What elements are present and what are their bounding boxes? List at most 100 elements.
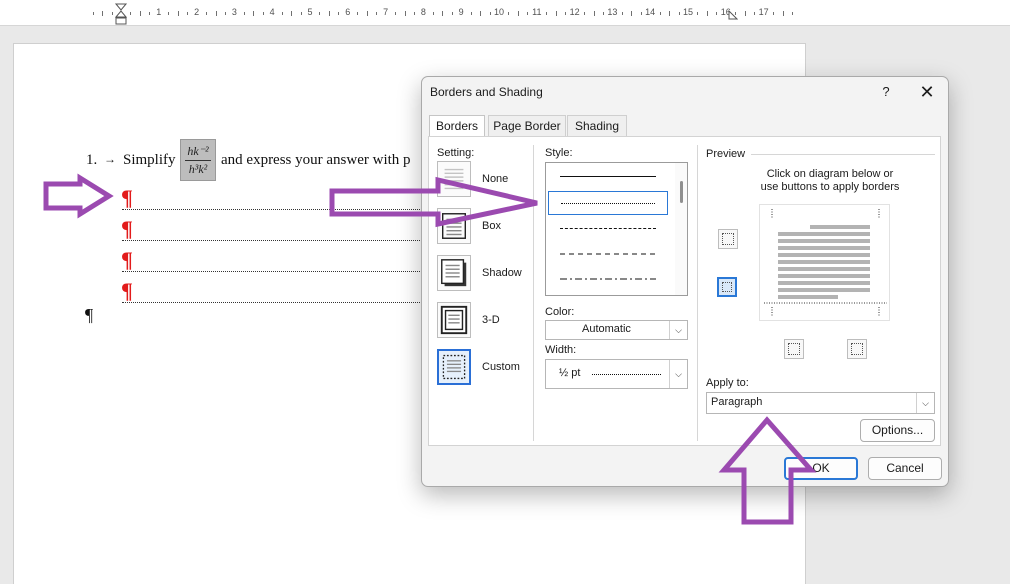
paragraph-mark-red: ¶ [121,247,133,272]
fraction-bar [185,160,211,161]
setting-none-label: None [482,173,509,185]
setting-3d[interactable]: 3-D [437,302,527,340]
style-label: Style: [545,147,573,159]
style-option-dash-dot[interactable] [548,267,668,291]
color-label: Color: [545,306,575,318]
ruler-tick [716,12,718,15]
preview-text-bar [778,274,870,278]
apply-to-dropdown[interactable]: Paragraph ⌵ [706,392,935,414]
ruler-number: 1 [156,7,162,17]
options-button[interactable]: Options... [860,419,935,442]
indent-marker-icon[interactable] [115,3,127,25]
ruler-number: 17 [758,7,769,17]
line-sample [560,176,656,177]
chevron-down-icon: ⌵ [669,360,687,388]
preview-text-bar [778,253,870,257]
preview-label: Preview [706,148,746,160]
ruler-tick [669,11,671,16]
right-border-button[interactable] [847,339,867,359]
preview-diagram[interactable] [759,204,890,321]
inside-horizontal-border-button[interactable] [717,277,737,297]
left-border-button[interactable] [784,339,804,359]
width-dropdown[interactable]: ½ pt ⌵ [545,359,688,389]
ruler-tick [366,11,368,16]
ruler-number: 13 [607,7,618,17]
setting-none-icon [437,161,471,197]
setting-3d-label: 3-D [482,314,500,326]
setting-none[interactable]: None [437,161,527,199]
preview-text-bar [778,232,870,236]
line-sample [560,228,656,229]
color-value: Automatic [582,323,631,335]
style-option-dashed[interactable] [548,242,668,266]
setting-box[interactable]: Box [437,208,527,246]
setting-custom-icon [437,349,471,385]
setting-shadow-icon [437,255,471,291]
width-line-sample [592,374,661,375]
tab-arrow-mark: → [104,152,116,166]
tab-page-border[interactable]: Page Border [488,115,566,137]
style-list-scrollbar[interactable] [675,163,687,295]
line-sample [560,253,656,255]
horizontal-ruler[interactable]: 1 2 3 4 5 6 7 8 9 10 11 12 13 14 15 16 17 [0,0,1010,26]
preview-hint: Click on diagram below or use buttons to… [725,168,935,194]
top-border-icon [722,233,734,245]
ruler-tick [555,11,557,16]
dotted-border-line [122,271,420,272]
style-option-dashed-fine[interactable] [548,217,668,241]
ruler-number: 5 [307,7,313,17]
style-option-solid[interactable] [548,165,668,189]
width-label: Width: [545,344,577,356]
ruler-number: 6 [345,7,351,17]
ruler-tick [130,12,132,15]
ruler-number: 3 [231,7,237,17]
list-number: 1. [86,152,98,168]
chevron-down-icon: ⌵ [669,321,687,339]
line-sample [561,203,655,204]
style-option-dotted[interactable] [548,191,668,215]
tab-borders[interactable]: Borders [429,115,485,138]
top-border-button[interactable] [718,229,738,249]
ruler-tick [243,12,245,15]
setting-shadow-label: Shadow [482,267,522,279]
dotted-border-line [122,209,420,210]
ruler-tick [413,12,415,15]
setting-box-label: Box [482,220,501,232]
setting-custom[interactable]: Custom [437,349,527,387]
preview-hint-line1: Click on diagram below or [766,168,894,180]
setting-shadow[interactable]: Shadow [437,255,527,293]
ok-button[interactable]: OK [784,457,858,480]
left-border-icon [788,343,800,355]
ruler-tick [281,12,283,15]
ruler-number: 11 [532,7,542,17]
ruler-tick [376,12,378,15]
tab-shading[interactable]: Shading [567,115,627,137]
ruler-tick [593,11,595,16]
ruler-tick [319,12,321,15]
ruler-tick [782,11,784,16]
ruler-tick [754,12,756,15]
preview-text-bar [778,281,870,285]
style-list[interactable] [545,162,688,296]
help-button[interactable]: ? [874,82,898,102]
tab-stop-icon[interactable] [728,10,738,20]
ruler-tick [640,12,642,15]
preview-text-bar [778,239,870,243]
cancel-button[interactable]: Cancel [868,457,942,480]
ruler-tick [177,11,179,16]
apply-to-label: Apply to: [706,377,749,389]
dotted-border-line [122,302,420,303]
color-dropdown[interactable]: Automatic ⌵ [545,320,688,340]
equation-object[interactable]: hk⁻² h³k² [180,139,216,181]
preview-text-bar [778,246,870,250]
close-button[interactable]: ✕ [912,81,942,103]
ruler-tick [187,12,189,15]
ruler-number: 2 [194,7,200,17]
apply-to-value: Paragraph [711,396,763,408]
ruler-tick [168,12,170,15]
ruler-tick [206,12,208,15]
setting-3d-icon [437,302,471,338]
setting-custom-label: Custom [482,361,520,373]
ruler-number: 7 [383,7,389,17]
scroll-thumb[interactable] [680,181,683,203]
